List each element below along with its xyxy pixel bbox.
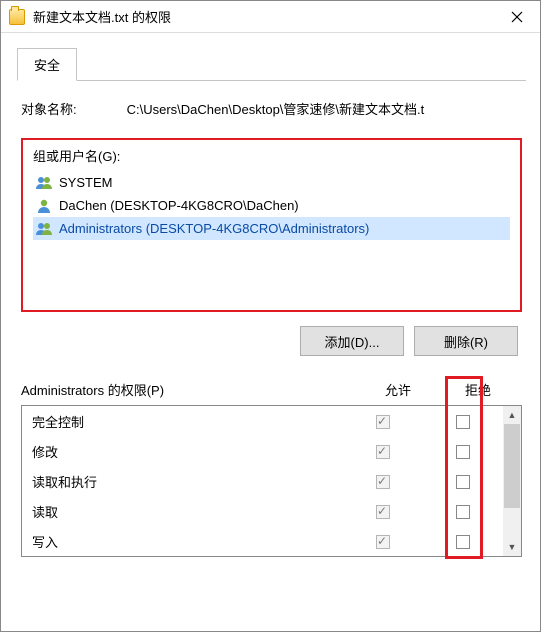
permission-name: 完全控制 — [32, 412, 343, 431]
permission-row: 完全控制 — [22, 406, 503, 436]
allow-cell — [343, 533, 423, 549]
scroll-down-button[interactable]: ▼ — [503, 538, 521, 556]
group-icon — [35, 222, 53, 236]
user-name: SYSTEM — [59, 175, 112, 190]
group-users-label: 组或用户名(G): — [33, 146, 510, 165]
permission-row: 修改 — [22, 436, 503, 466]
permission-row: 写入 — [22, 526, 503, 556]
scroll-up-button[interactable]: ▲ — [503, 406, 521, 424]
tab-panel-security: 对象名称: C:\Users\DaChen\Desktop\管家速修\新建文本文… — [17, 81, 526, 557]
scroll-track[interactable] — [503, 424, 521, 538]
group-users-list[interactable]: SYSTEM DaChen (DESKTOP-4KG8CRO\DaChen) Adm… — [33, 171, 510, 240]
permission-name: 写入 — [32, 532, 343, 551]
deny-cell — [423, 533, 503, 549]
allow-checkbox — [376, 505, 390, 519]
tab-row: 安全 — [17, 47, 526, 81]
permissions-title: Administrators 的权限(P) — [21, 380, 358, 399]
deny-checkbox[interactable] — [456, 445, 470, 459]
folder-icon — [9, 9, 25, 25]
user-name: Administrators (DESKTOP-4KG8CRO\Administ… — [59, 221, 369, 236]
remove-button[interactable]: 删除(R) — [414, 326, 518, 356]
object-name-label: 对象名称: — [21, 99, 77, 118]
content-area: 安全 对象名称: C:\Users\DaChen\Desktop\管家速修\新建… — [1, 33, 540, 571]
allow-checkbox — [376, 535, 390, 549]
allow-checkbox — [376, 415, 390, 429]
deny-column-header: 拒绝 — [438, 380, 518, 399]
scrollbar[interactable]: ▲ ▼ — [503, 406, 521, 556]
permissions-section: Administrators 的权限(P) 允许 拒绝 完全控制修改读取和执行读… — [21, 380, 522, 557]
close-icon — [511, 11, 523, 23]
object-name-value: C:\Users\DaChen\Desktop\管家速修\新建文本文档.t — [127, 99, 522, 118]
allow-cell — [343, 473, 423, 489]
add-button[interactable]: 添加(D)... — [300, 326, 404, 356]
allow-cell — [343, 503, 423, 519]
deny-checkbox[interactable] — [456, 475, 470, 489]
user-icon — [35, 199, 53, 213]
allow-column-header: 允许 — [358, 380, 438, 399]
allow-checkbox — [376, 475, 390, 489]
allow-checkbox — [376, 445, 390, 459]
tab-security[interactable]: 安全 — [17, 48, 77, 81]
object-name-row: 对象名称: C:\Users\DaChen\Desktop\管家速修\新建文本文… — [21, 99, 522, 118]
permissions-header: Administrators 的权限(P) 允许 拒绝 — [21, 380, 522, 399]
permissions-list: 完全控制修改读取和执行读取写入 ▲ ▼ — [21, 405, 522, 557]
permissions-rows: 完全控制修改读取和执行读取写入 — [22, 406, 503, 556]
user-item[interactable]: Administrators (DESKTOP-4KG8CRO\Administ… — [33, 217, 510, 240]
deny-cell — [423, 503, 503, 519]
close-button[interactable] — [494, 1, 540, 33]
scroll-thumb[interactable] — [504, 424, 520, 508]
user-item[interactable]: SYSTEM — [33, 171, 510, 194]
deny-checkbox[interactable] — [456, 505, 470, 519]
user-name: DaChen (DESKTOP-4KG8CRO\DaChen) — [59, 198, 299, 213]
deny-cell — [423, 413, 503, 429]
user-item[interactable]: DaChen (DESKTOP-4KG8CRO\DaChen) — [33, 194, 510, 217]
permission-name: 修改 — [32, 442, 343, 461]
permissions-dialog: 新建文本文档.txt 的权限 安全 对象名称: C:\Users\DaChen\… — [0, 0, 541, 632]
deny-checkbox[interactable] — [456, 535, 470, 549]
allow-cell — [343, 413, 423, 429]
deny-cell — [423, 473, 503, 489]
permission-name: 读取和执行 — [32, 472, 343, 491]
titlebar: 新建文本文档.txt 的权限 — [1, 1, 540, 33]
deny-cell — [423, 443, 503, 459]
permission-name: 读取 — [32, 502, 343, 521]
allow-cell — [343, 443, 423, 459]
deny-checkbox[interactable] — [456, 415, 470, 429]
permission-row: 读取和执行 — [22, 466, 503, 496]
button-row: 添加(D)... 删除(R) — [21, 326, 522, 356]
window-title: 新建文本文档.txt 的权限 — [33, 7, 171, 26]
group-users-box: 组或用户名(G): SYSTEM DaChen (DESKTOP-4KG8CRO\… — [21, 138, 522, 312]
group-icon — [35, 176, 53, 190]
permission-row: 读取 — [22, 496, 503, 526]
